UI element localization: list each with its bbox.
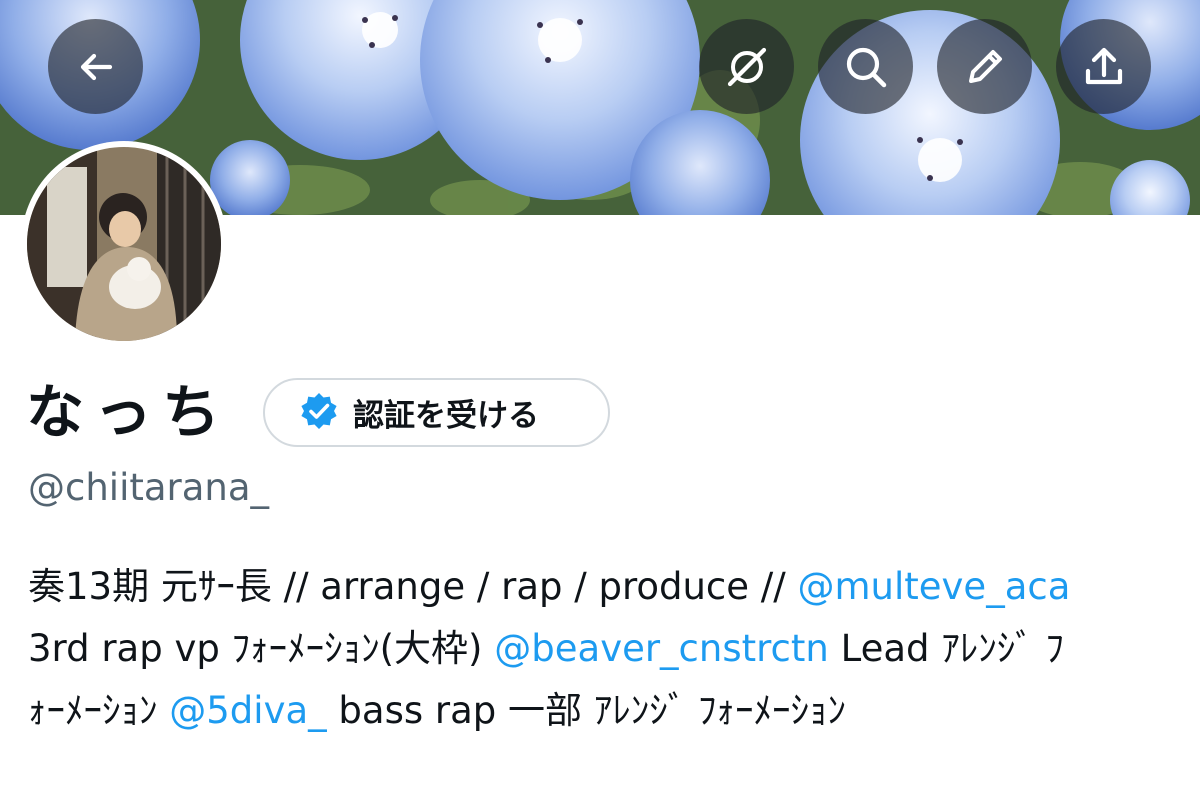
bio-text: Lead ｱﾚﾝｼﾞ ﾌ	[828, 627, 1065, 670]
mention-link[interactable]: @beaver_cnstrctn	[494, 627, 829, 670]
get-verified-label: 認証を受ける	[353, 398, 539, 434]
profile-bio: 奏13期 元ｻｰ長 // arrange / rap / produce // …	[28, 556, 1188, 742]
edit-pencil-icon	[963, 45, 1007, 89]
bio-line: 3rd rap vp ﾌｫｰﾒｰｼｮﾝ(大枠) @beaver_cnstrctn…	[28, 618, 1188, 680]
back-button[interactable]	[48, 19, 143, 114]
get-verified-button[interactable]: 認証を受ける	[263, 378, 610, 447]
avatar[interactable]	[21, 141, 227, 347]
bio-text: 奏13期 元ｻｰ長 // arrange / rap / produce //	[28, 565, 798, 608]
spaces-icon	[724, 44, 770, 90]
mention-link[interactable]: @5diva_	[169, 689, 326, 732]
share-button[interactable]	[1056, 19, 1151, 114]
edit-button[interactable]	[937, 19, 1032, 114]
user-handle: @chiitarana_	[28, 466, 270, 509]
back-arrow-icon	[76, 47, 116, 87]
bio-text: ｫｰﾒｰｼｮﾝ	[28, 689, 170, 732]
search-button[interactable]	[818, 19, 913, 114]
spaces-button[interactable]	[699, 19, 794, 114]
search-icon	[843, 44, 889, 90]
avatar-photo	[27, 147, 221, 341]
bio-line: ｫｰﾒｰｼｮﾝ @5diva_ bass rap 一部 ｱﾚﾝｼﾞ ﾌｫｰﾒｰｼ…	[28, 680, 1188, 742]
mention-link[interactable]: @multeve_aca	[797, 565, 1070, 608]
profile-page: なっち 認証を受ける @chiitarana_ 奏13期 元ｻｰ長 // arr…	[0, 0, 1200, 811]
bio-line: 奏13期 元ｻｰ長 // arrange / rap / produce // …	[28, 556, 1188, 618]
bio-text: bass rap 一部 ｱﾚﾝｼﾞ ﾌｫｰﾒｰｼｮﾝ	[326, 689, 847, 732]
verified-badge-icon	[299, 391, 339, 435]
bio-text: 3rd rap vp ﾌｫｰﾒｰｼｮﾝ(大枠)	[28, 627, 495, 670]
share-upload-icon	[1082, 45, 1126, 89]
display-name: なっち	[26, 378, 231, 446]
